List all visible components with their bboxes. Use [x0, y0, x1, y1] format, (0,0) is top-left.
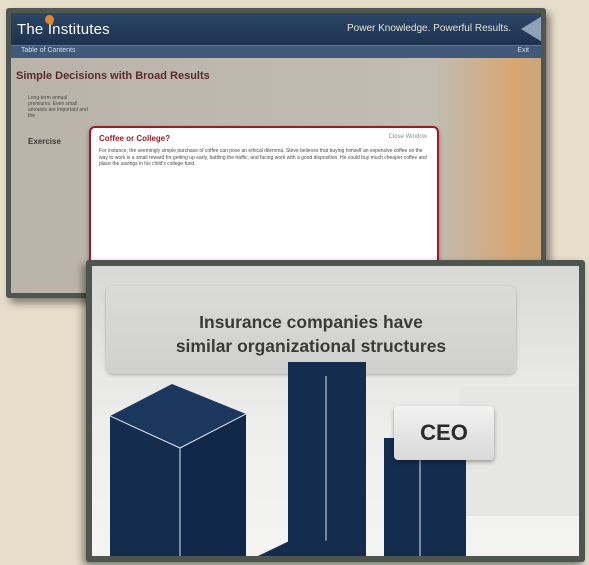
close-window-button[interactable]: Close Window	[389, 134, 427, 140]
app-header: The Institutes Power Knowledge. Powerful…	[11, 13, 541, 45]
lesson-body-text: Long-term annual premiums. Even small am…	[28, 95, 88, 119]
exercise-label[interactable]: Exercise	[28, 137, 61, 146]
brand-logo[interactable]: The Institutes	[17, 13, 110, 38]
org-block-tall-tower	[288, 362, 366, 556]
popup-title: Coffee or College?	[99, 134, 171, 143]
header-corner-decoration	[521, 13, 541, 45]
brand-name: The Institutes	[17, 21, 110, 38]
ceo-label: CEO	[420, 420, 468, 445]
video-slide-content: Insurance companies have similar organiz…	[92, 266, 579, 556]
headline-line-1: Insurance companies have	[199, 312, 423, 332]
ceo-box: CEO	[394, 406, 494, 460]
popup-dialog: Coffee or College? Close Window For inst…	[89, 126, 439, 274]
headline-line-2: similar organizational structures	[175, 336, 447, 356]
toolbar: Table of Contents Exit	[11, 45, 541, 58]
org-block-large-cube	[110, 384, 246, 556]
page-title: Simple Decisions with Broad Results	[16, 70, 210, 82]
headline-banner: Insurance companies have similar organiz…	[106, 286, 516, 374]
video-slide-screenshot: Insurance companies have similar organiz…	[86, 260, 585, 562]
popup-body-text: For instance, the seemingly simple purch…	[99, 148, 427, 167]
exit-link[interactable]: Exit	[517, 47, 529, 54]
lesson-window-screenshot: The Institutes Power Knowledge. Powerful…	[6, 8, 546, 298]
table-of-contents-link[interactable]: Table of Contents	[21, 47, 75, 54]
lesson-window-content: The Institutes Power Knowledge. Powerful…	[11, 13, 541, 293]
lesson-content: Simple Decisions with Broad Results Long…	[11, 58, 541, 293]
tagline: Power Knowledge. Powerful Results.	[347, 23, 511, 34]
org-block-bottom	[258, 532, 358, 556]
